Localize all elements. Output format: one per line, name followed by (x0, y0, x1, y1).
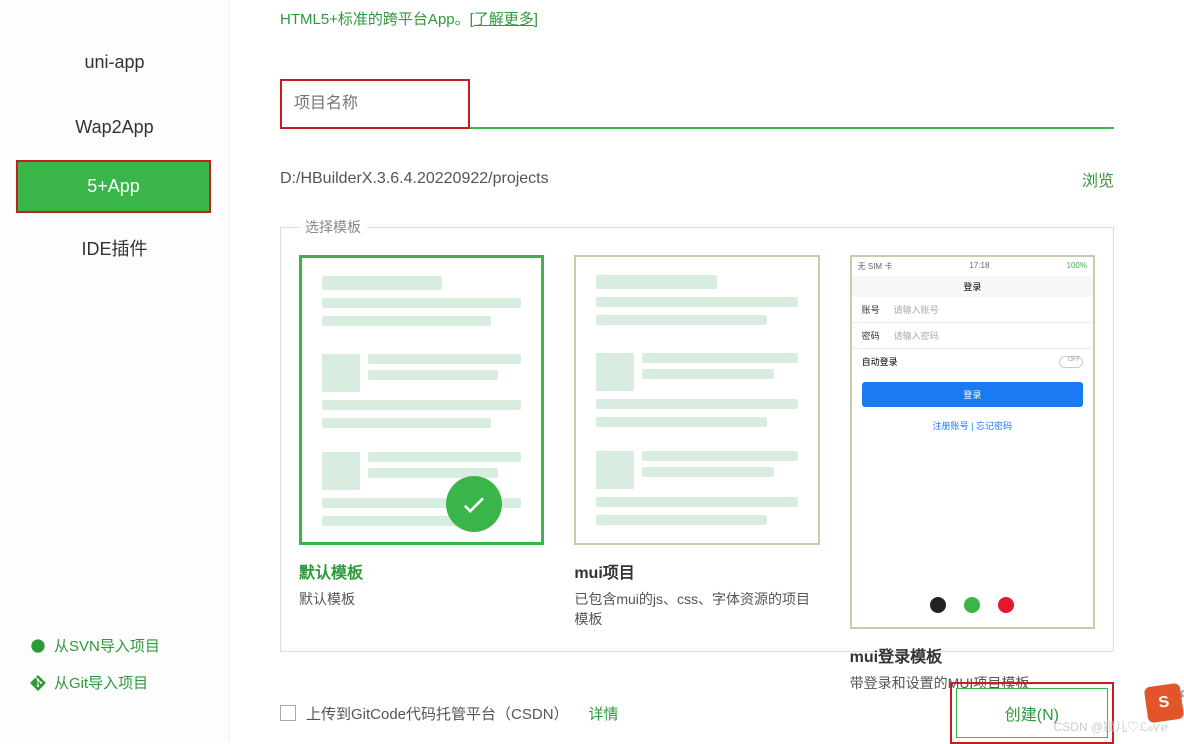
template-mui-desc: 已包含mui的js、css、字体资源的项目模板 (574, 589, 819, 629)
template-mui-preview (574, 255, 819, 545)
template-mui-title: mui项目 (574, 559, 819, 583)
template-default-preview (299, 255, 544, 545)
template-default-title: 默认模板 (299, 559, 544, 583)
import-svn-label: 从SVN导入项目 (54, 635, 160, 656)
template-fieldset: 选择模板 (280, 217, 1114, 652)
qq-icon (930, 597, 946, 613)
git-icon (30, 675, 46, 691)
template-mui-login-preview: 无 SIM 卡 17:18 100% 登录 账号请输入账号 密码请输入密码 自动… (850, 255, 1095, 629)
name-underline (470, 127, 1114, 129)
import-git-label: 从Git导入项目 (54, 672, 148, 693)
description: HTML5+标准的跨平台App。[了解更多] (280, 8, 1114, 29)
detail-link[interactable]: 详情 (589, 703, 619, 724)
import-git-link[interactable]: 从Git导入项目 (30, 664, 209, 701)
selected-check-icon (446, 476, 502, 532)
upload-gitcode-label: 上传到GitCode代码托管平台（CSDN） (306, 703, 569, 724)
wechat-icon (964, 597, 980, 613)
sogou-icon: S (1144, 683, 1184, 724)
template-legend: 选择模板 (299, 217, 367, 237)
sidebar: uni-app Wap2App 5+App IDE插件 从SVN导入项目 从Gi… (0, 0, 230, 741)
template-mui[interactable]: mui项目 已包含mui的js、css、字体资源的项目模板 (574, 255, 819, 629)
download-icon (30, 638, 46, 654)
upload-gitcode-checkbox[interactable] (280, 705, 296, 721)
template-default-desc: 默认模板 (299, 589, 544, 609)
template-default[interactable]: 默认模板 默认模板 (299, 255, 544, 629)
template-mui-login[interactable]: 无 SIM 卡 17:18 100% 登录 账号请输入账号 密码请输入密码 自动… (850, 255, 1095, 629)
sidebar-item-ide-plugin[interactable]: IDE插件 (0, 213, 229, 283)
import-svn-link[interactable]: 从SVN导入项目 (30, 627, 209, 664)
main-panel: HTML5+标准的跨平台App。[了解更多] D:/HBuilderX.3.6.… (230, 0, 1184, 741)
ime-label: 中 (1180, 685, 1184, 705)
sidebar-item-uniapp[interactable]: uni-app (0, 30, 229, 95)
sidebar-item-wap2app[interactable]: Wap2App (0, 95, 229, 160)
project-name-input[interactable] (280, 79, 470, 129)
weibo-icon (998, 597, 1014, 613)
browse-button[interactable]: 浏览 (1082, 167, 1114, 191)
learn-more-link[interactable]: [了解更多] (470, 11, 538, 28)
sidebar-item-5app[interactable]: 5+App (16, 160, 211, 213)
template-mui-login-title: mui登录模板 (850, 643, 1095, 667)
project-path: D:/HBuilderX.3.6.4.20220922/projects (280, 170, 549, 188)
